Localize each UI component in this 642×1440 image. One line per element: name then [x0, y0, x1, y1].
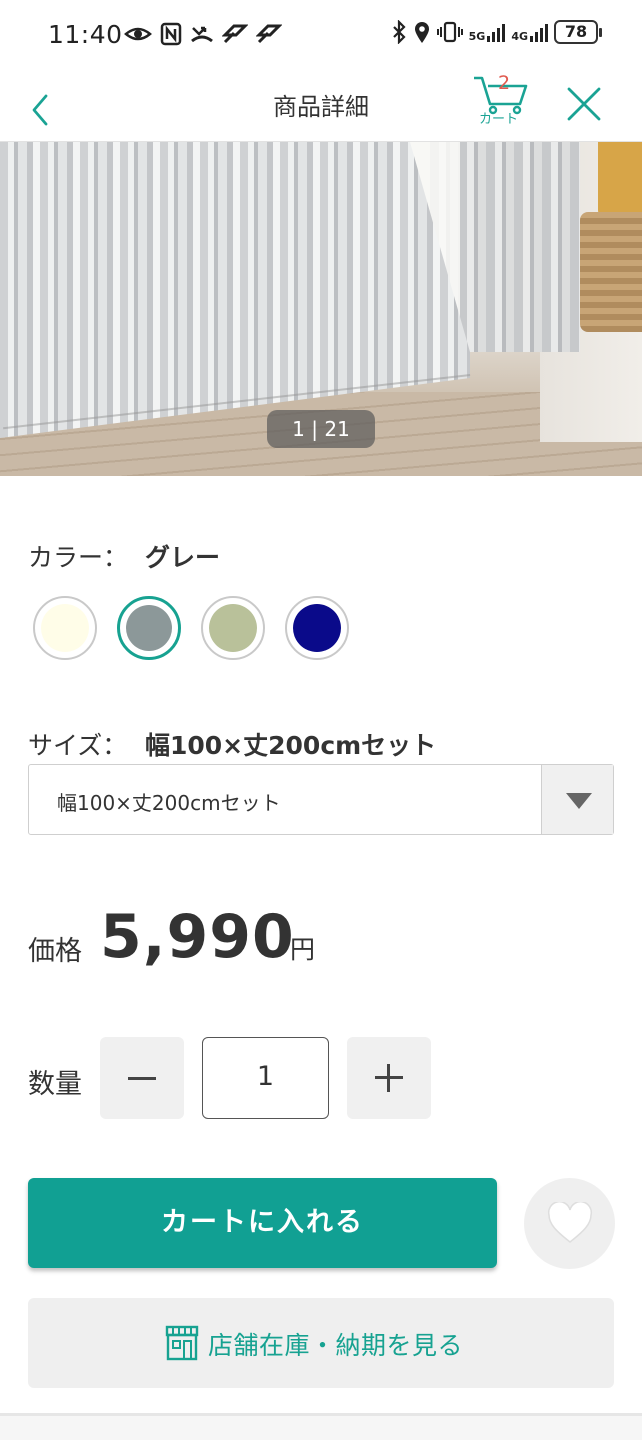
- battery-icon: 78: [554, 20, 602, 44]
- network-5g-label: 5G: [468, 30, 486, 43]
- size-label: サイズ：: [28, 731, 128, 760]
- cart-button[interactable]: 2 カート: [470, 70, 534, 140]
- close-icon: [567, 87, 601, 121]
- price-unit: 円: [290, 935, 316, 964]
- close-button[interactable]: [562, 82, 606, 126]
- store-stock-button[interactable]: 店舗在庫・納期を見る: [28, 1298, 614, 1388]
- app-notification-icon: [256, 24, 282, 44]
- heart-icon: [547, 1202, 593, 1243]
- swatch-fill: [41, 604, 89, 652]
- status-time: 11:40: [48, 20, 123, 49]
- favorite-button[interactable]: [524, 1178, 615, 1269]
- price-label: 価格: [28, 936, 82, 967]
- price-value: 5,990: [100, 902, 295, 972]
- page-title: 商品詳細: [273, 93, 369, 121]
- product-image-carousel[interactable]: 1 | 21: [0, 142, 642, 476]
- signal-icon: 4G: [511, 22, 548, 42]
- quantity-input[interactable]: 1: [202, 1037, 329, 1119]
- image-cushion: [598, 142, 642, 222]
- image-basket: [580, 212, 642, 332]
- color-swatch-green[interactable]: [201, 596, 265, 660]
- color-swatch-navy[interactable]: [285, 596, 349, 660]
- nfc-icon: [160, 22, 182, 46]
- vibrate-icon: [436, 21, 463, 43]
- cart-label: カート: [479, 112, 519, 127]
- size-select-value: 幅100×丈200cmセット: [57, 791, 281, 815]
- add-to-cart-button[interactable]: カートに入れる: [28, 1178, 497, 1268]
- eye-icon: [124, 27, 152, 41]
- quantity-decrease-button[interactable]: [100, 1037, 184, 1119]
- swatch-fill: [293, 604, 341, 652]
- quantity-increase-button[interactable]: [347, 1037, 431, 1119]
- app-notification-icon: [222, 24, 248, 44]
- location-icon: [414, 22, 429, 43]
- battery-level: 78: [564, 22, 588, 41]
- bottom-strip: [0, 1416, 642, 1440]
- size-select[interactable]: 幅100×丈200cmセット: [28, 764, 614, 835]
- dropdown-arrow-icon[interactable]: [541, 765, 613, 834]
- size-selected-value: 幅100×丈200cmセット: [145, 731, 437, 760]
- image-counter: 1 | 21: [267, 410, 375, 448]
- missed-call-icon: [191, 26, 213, 43]
- status-notification-icons: [124, 22, 282, 46]
- swatch-fill: [126, 605, 172, 651]
- app-header: 商品詳細 2 カート: [0, 70, 642, 142]
- network-4g-label: 4G: [511, 30, 528, 43]
- status-system-icons: 5G 4G 78: [391, 20, 602, 44]
- swatch-fill: [209, 604, 257, 652]
- color-swatch-ivory[interactable]: [33, 596, 97, 660]
- store-stock-label: 店舗在庫・納期を見る: [208, 1331, 464, 1360]
- color-selected-value: グレー: [145, 543, 221, 572]
- color-swatch-gray[interactable]: [117, 596, 181, 660]
- store-icon: [165, 1325, 199, 1361]
- wifi-calling-icon: 5G: [469, 22, 506, 42]
- cart-count-badge: 2: [498, 72, 511, 94]
- quantity-label: 数量: [28, 1069, 82, 1100]
- color-label: カラー：: [28, 543, 129, 572]
- status-bar: 11:40 5G 4G 78: [0, 0, 642, 70]
- bluetooth-icon: [392, 20, 406, 44]
